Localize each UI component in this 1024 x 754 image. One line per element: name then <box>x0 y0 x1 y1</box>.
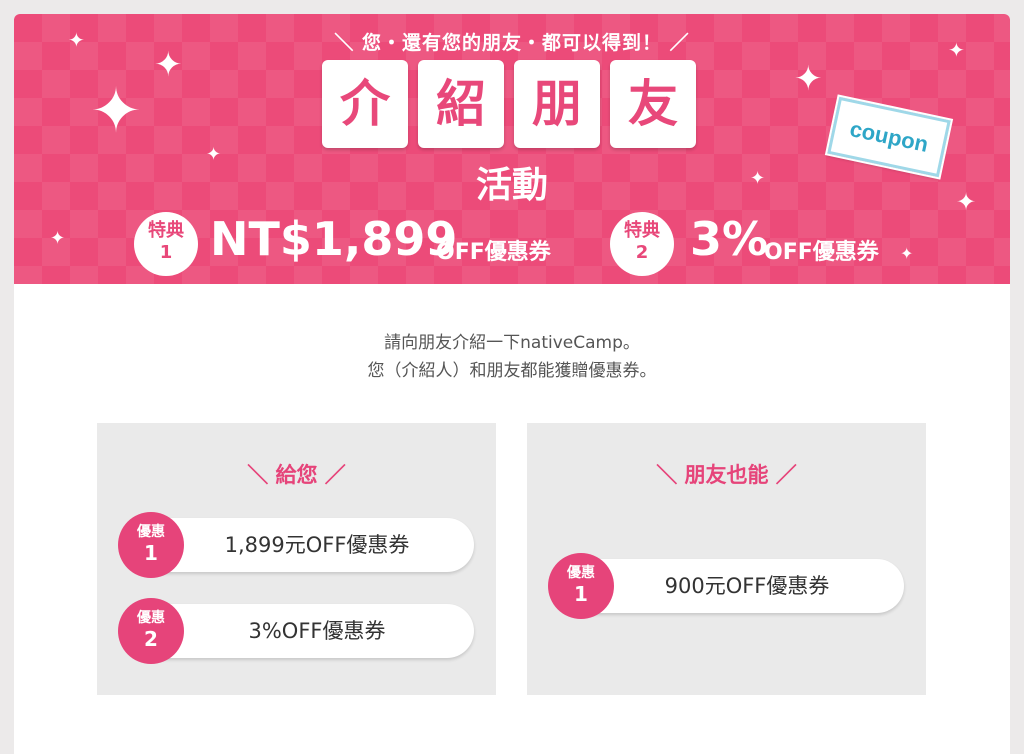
sparkle-icon: ✦ <box>750 168 766 189</box>
sparkle-icon: ✦ <box>956 188 977 216</box>
coupon-badge: 優惠 1 <box>548 553 614 619</box>
sparkle-icon: ✦ <box>90 74 142 147</box>
coupon-badge-number: 1 <box>574 582 588 606</box>
coupon-text: 1,899元OFF優惠券 <box>224 533 410 557</box>
perk-badge-label: 特典 <box>624 220 660 241</box>
sparkle-icon: ✦ <box>794 59 823 99</box>
perk-suffix: OFF優惠券 <box>764 240 879 265</box>
coupon-badge-label: 優惠 <box>567 565 595 581</box>
sparkle-icon: ✦ <box>948 38 965 62</box>
coupon-badge-label: 優惠 <box>137 610 165 626</box>
title-char: 友 <box>610 60 696 148</box>
sparkle-icon: ✦ <box>50 228 66 249</box>
panel-heading: ＼ 給您 ／ <box>247 463 346 487</box>
perk-badge-label: 特典 <box>148 220 184 241</box>
sparkle-icon: ✦ <box>900 244 914 263</box>
coupon-text: 3%OFF優惠券 <box>248 619 386 643</box>
coupon-badge-label: 優惠 <box>137 524 165 540</box>
sparkle-icon: ✦ <box>68 28 85 52</box>
panel-you: ＼ 給您 ／ 1,899元OFF優惠券 優惠 1 3%OFF優惠券 優惠 2 <box>97 423 496 695</box>
perk-badge-number: 2 <box>635 242 649 263</box>
intro-line: 您（介紹人）和朋友都能獲贈優惠券。 <box>367 361 657 381</box>
perk-badge-number: 1 <box>159 242 173 263</box>
perk-suffix: OFF優惠券 <box>436 240 551 265</box>
coupon-badge-number: 2 <box>144 627 158 651</box>
title-char: 介 <box>322 60 408 148</box>
perk-badge: 特典 2 <box>610 212 674 276</box>
title-char: 朋 <box>514 60 600 148</box>
panel-friend: ＼ 朋友也能 ／ 900元OFF優惠券 優惠 1 <box>527 423 926 695</box>
coupon-text: 900元OFF優惠券 <box>664 574 830 598</box>
sparkle-icon: ✦ <box>206 144 222 165</box>
title-char: 紹 <box>418 60 504 148</box>
sparkle-icon: ✦ <box>154 45 183 85</box>
intro-line: 請向朋友介紹一下nativeCamp。 <box>384 333 640 353</box>
campaign-banner: ＼ 您・還有您的朋友・都可以得到！ ／ 介 紹 朋 友 活動 coupon 特典… <box>14 14 1010 284</box>
coupon-badge-number: 1 <box>144 541 158 565</box>
perk-amount: 3% <box>690 212 769 266</box>
perk-badge: 特典 1 <box>134 212 198 276</box>
panel-heading: ＼ 朋友也能 ／ <box>656 463 797 487</box>
banner-title-line2: 活動 <box>475 165 548 206</box>
perk-amount: NT$1,899 <box>210 212 458 266</box>
coupon-badge: 優惠 1 <box>118 512 184 578</box>
coupon-badge: 優惠 2 <box>118 598 184 664</box>
referral-card: ＼ 您・還有您的朋友・都可以得到！ ／ 介 紹 朋 友 活動 coupon 特典… <box>14 14 1010 754</box>
